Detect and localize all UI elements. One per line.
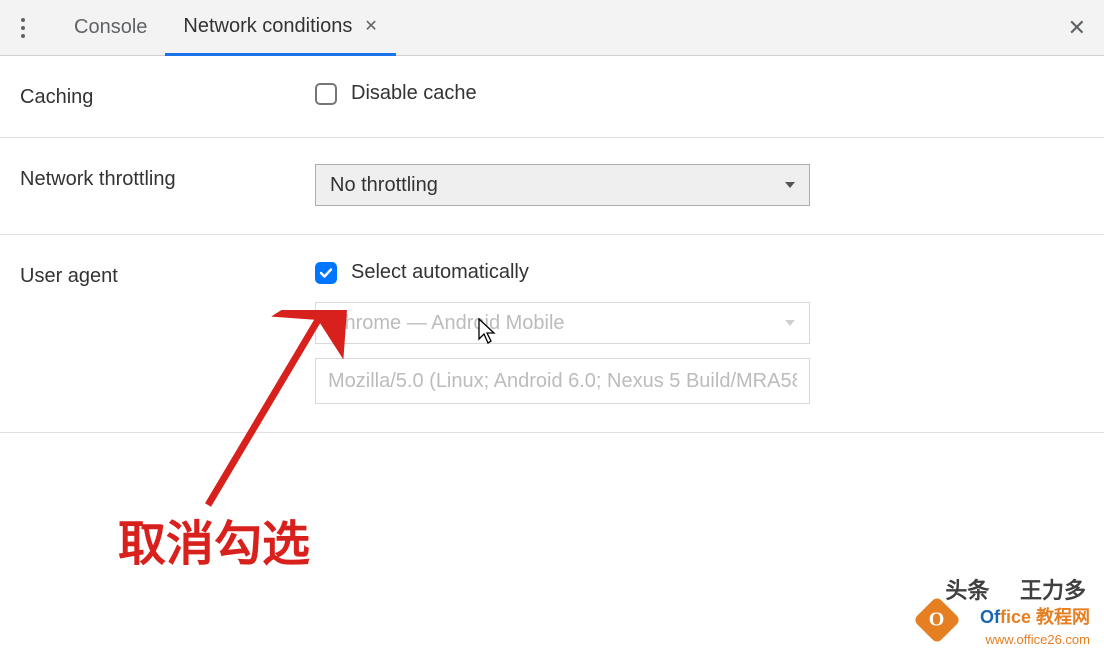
ua-preset-select: Chrome — Android Mobile bbox=[315, 302, 810, 344]
disable-cache-checkbox-label: Disable cache bbox=[351, 82, 477, 105]
watermark-top: 头条 王力多 bbox=[945, 573, 1086, 605]
ua-string-input bbox=[315, 358, 810, 404]
close-drawer-icon[interactable]: ✕ bbox=[1068, 15, 1086, 41]
disable-cache-checkbox[interactable] bbox=[315, 83, 337, 105]
annotation-text: 取消勾选 bbox=[118, 504, 310, 574]
kebab-menu-icon[interactable] bbox=[14, 12, 32, 44]
tab-network-conditions[interactable]: Network conditions ✕ bbox=[165, 0, 395, 56]
chevron-down-icon bbox=[785, 182, 795, 188]
user-agent-label: User agent bbox=[20, 261, 315, 404]
ua-auto-checkbox-label: Select automatically bbox=[351, 261, 529, 284]
section-caching: Caching Disable cache bbox=[0, 56, 1104, 138]
ua-auto-checkbox[interactable] bbox=[315, 262, 337, 284]
tab-console-label: Console bbox=[74, 16, 147, 39]
throttling-select[interactable]: No throttling bbox=[315, 164, 810, 206]
chevron-down-icon bbox=[785, 320, 795, 326]
watermark-brand: Office 教程网 bbox=[980, 603, 1090, 629]
tab-network-conditions-label: Network conditions bbox=[183, 15, 352, 38]
section-network-throttling: Network throttling No throttling bbox=[0, 138, 1104, 235]
close-tab-icon[interactable]: ✕ bbox=[364, 16, 377, 36]
tab-console[interactable]: Console bbox=[56, 0, 165, 56]
throttling-select-value: No throttling bbox=[330, 174, 438, 197]
section-user-agent: User agent Select automatically Chrome —… bbox=[0, 235, 1104, 433]
network-throttling-label: Network throttling bbox=[20, 164, 315, 206]
drawer-tab-bar: Console Network conditions ✕ ✕ bbox=[0, 0, 1104, 56]
watermark-url: www.office26.com bbox=[985, 632, 1090, 647]
caching-label: Caching bbox=[20, 82, 315, 109]
ua-preset-select-value: Chrome — Android Mobile bbox=[330, 312, 565, 335]
